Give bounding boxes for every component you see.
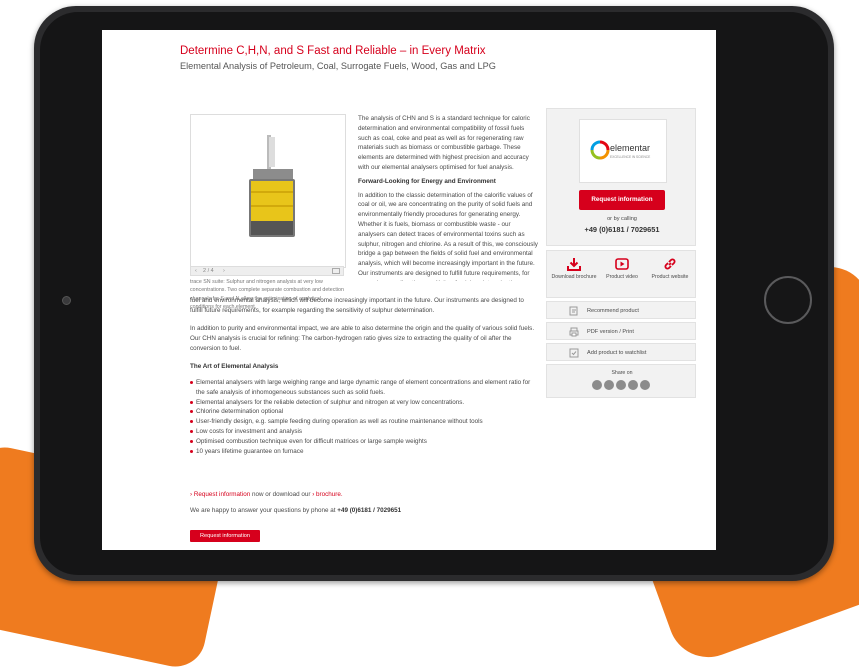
sidebar: elementar EXCELLENCE IN SCIENCE Request … (546, 108, 696, 398)
pdf-print-button[interactable]: PDF version / Print (546, 322, 696, 340)
bullet-icon (190, 420, 193, 424)
gallery-prev-button[interactable]: ‹ (195, 267, 197, 275)
intro-column: The analysis of CHN and S is a standard … (358, 114, 538, 281)
page-title: Determine C,H,N, and S Fast and Reliable… (180, 45, 486, 57)
share-label: Share on (611, 370, 633, 376)
home-button[interactable] (764, 276, 812, 324)
pdf-label: PDF version / Print (587, 329, 634, 335)
phone-number[interactable]: +49 (0)6181 / 7029651 (337, 507, 401, 514)
request-information-link[interactable]: Request information (194, 491, 250, 498)
list-item: Elemental analysers for the reliable det… (190, 398, 538, 408)
twitter-icon[interactable] (628, 380, 638, 390)
contact-card: elementar EXCELLENCE IN SCIENCE Request … (546, 108, 696, 246)
feature-list: Elemental analysers with large weighing … (190, 378, 538, 456)
product-website-button[interactable]: Product website (647, 257, 693, 281)
link-icon (664, 258, 676, 270)
bullet-icon (190, 439, 193, 443)
actions-card: Download brochure Product video Product … (546, 250, 696, 298)
arrow-icon: › (190, 491, 193, 498)
logo-text: elementar (610, 143, 651, 153)
print-icon (569, 327, 579, 337)
logo-tagline: EXCELLENCE IN SCIENCE (610, 155, 651, 159)
recommend-label: Recommend product (587, 308, 639, 314)
action-label: Product video (606, 274, 638, 280)
camera-icon (62, 296, 71, 305)
gallery-counter: 2 / 4 (203, 268, 214, 274)
art-heading: The Art of Elemental Analysis (190, 363, 279, 370)
arrow-icon: › (312, 491, 315, 498)
bullet-icon (190, 449, 193, 453)
list-item: 10 years lifetime guarantee on furnace (190, 447, 538, 457)
page-subtitle: Elemental Analysis of Petroleum, Coal, S… (180, 61, 496, 71)
web-page: Determine C,H,N, and S Fast and Reliable… (102, 30, 716, 550)
elementar-logo: elementar EXCELLENCE IN SCIENCE (579, 119, 667, 183)
cta-text: now or download our (250, 491, 313, 498)
sidebar-phone[interactable]: +49 (0)6181 / 7029651 (547, 225, 697, 235)
action-label: Product website (651, 274, 689, 280)
add-to-watchlist-button[interactable]: Add product to watchlist (546, 343, 696, 361)
intro-text: The analysis of CHN and S is a standard … (358, 115, 530, 171)
product-image[interactable] (190, 114, 346, 268)
forward-text-continued: fuel and environmental analysis, which w… (190, 297, 524, 314)
calling-label: or by calling (607, 216, 637, 222)
linkedin-icon[interactable] (604, 380, 614, 390)
download-brochure-button[interactable]: Download brochure (551, 257, 597, 281)
list-item: Chlorine determination optional (190, 407, 538, 417)
list-item: Elemental analysers with large weighing … (190, 378, 538, 398)
forward-text: In addition to the classic determination… (358, 191, 538, 281)
recommend-icon (569, 306, 578, 316)
list-item: Low costs for investment and analysis (190, 427, 538, 437)
analyzer-illustration (249, 135, 295, 237)
product-video-button[interactable]: Product video (599, 257, 645, 281)
email-icon[interactable] (640, 380, 650, 390)
watchlist-label: Add product to watchlist (587, 350, 647, 356)
phone-line: We are happy to answer your questions by… (190, 506, 538, 516)
recommend-product-button[interactable]: Recommend product (546, 301, 696, 319)
cta-line: › Request information now or download ou… (190, 490, 538, 500)
gallery-next-button[interactable]: › (223, 267, 225, 275)
paragraph-origin: In addition to purity and environmental … (190, 325, 535, 352)
brochure-link[interactable]: brochure. (316, 491, 343, 498)
bullet-icon (190, 400, 193, 404)
phone-prefix: We are happy to answer your questions by… (190, 507, 338, 514)
forward-heading: Forward-Looking for Energy and Environme… (358, 177, 496, 185)
sidebar-request-button[interactable]: Request information (579, 190, 665, 210)
watchlist-icon (569, 348, 579, 358)
bullet-icon (190, 410, 193, 414)
video-icon (615, 258, 629, 270)
list-item: Optimised combustion technique even for … (190, 437, 538, 447)
action-label: Download brochure (551, 274, 597, 280)
request-information-button[interactable]: Request information (190, 530, 260, 542)
bullet-icon (190, 381, 193, 384)
list-item: User-friendly design, e.g. sample feedin… (190, 417, 538, 427)
bullet-icon (190, 429, 193, 433)
fullscreen-icon[interactable] (332, 268, 340, 274)
xing-icon[interactable] (592, 380, 602, 390)
gallery-controls: ‹ 2 / 4 › (190, 266, 344, 276)
logo-icon (590, 140, 610, 160)
share-card: Share on (546, 364, 696, 398)
facebook-icon[interactable] (616, 380, 626, 390)
download-icon (567, 258, 581, 271)
